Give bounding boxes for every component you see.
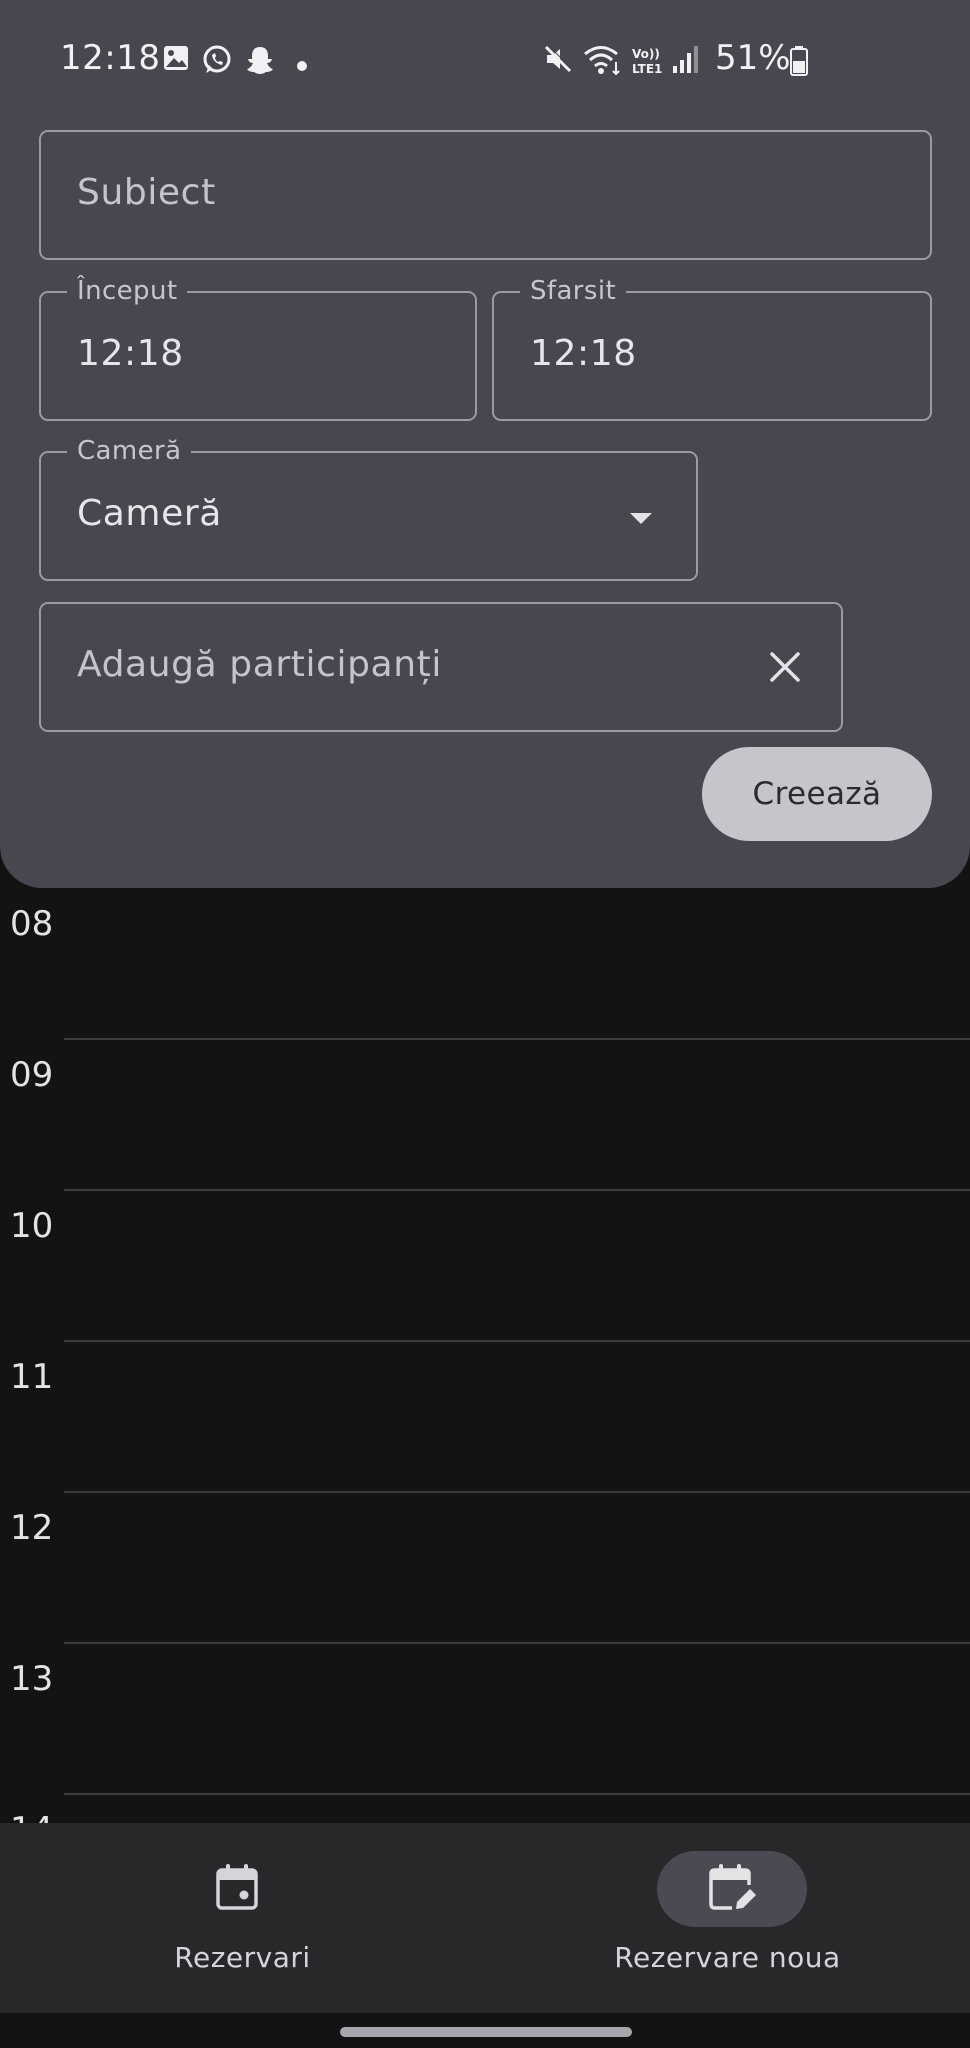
- clear-icon[interactable]: [769, 651, 801, 687]
- end-time-label: Sfarsit: [520, 276, 627, 306]
- end-time-value: 12:18: [530, 333, 637, 374]
- nav-label-rezervari: Rezervari: [174, 1941, 311, 1974]
- start-time-field[interactable]: Început 12:18: [39, 276, 477, 421]
- gallery-icon: [162, 44, 190, 76]
- status-bar: 12:18 Vo)) LTE1 51%: [0, 0, 970, 125]
- hour-label-11: 11: [10, 1357, 54, 1397]
- nav-item-rezervari[interactable]: Rezervari: [0, 1823, 485, 2013]
- battery-icon: [790, 46, 808, 80]
- participants-field[interactable]: Adaugă participanți: [39, 602, 843, 732]
- svg-text:Vo)): Vo)): [632, 47, 660, 61]
- reservation-form-sheet: 12:18 Vo)) LTE1 51% Subiect Început 12:1…: [0, 0, 970, 888]
- nav-item-rezervare-noua[interactable]: Rezervare noua: [485, 1823, 970, 2013]
- hour-divider: [64, 1491, 970, 1493]
- mute-icon: [543, 44, 573, 78]
- start-time-label: Început: [67, 276, 188, 306]
- hour-label-13: 13: [10, 1659, 54, 1699]
- hour-label-10: 10: [10, 1206, 54, 1246]
- whatsapp-icon: [201, 44, 233, 80]
- create-button-label: Creează: [752, 776, 882, 812]
- participants-placeholder: Adaugă participanți: [77, 644, 442, 685]
- create-button[interactable]: Creează: [702, 747, 932, 841]
- hour-divider: [64, 1793, 970, 1795]
- hour-divider: [64, 1189, 970, 1191]
- hour-divider: [64, 1038, 970, 1040]
- gesture-handle[interactable]: [340, 2027, 632, 2037]
- volte-icon: Vo)) LTE1: [632, 46, 666, 80]
- calendar-event-icon: [215, 1863, 259, 1915]
- signal-icon: [672, 44, 700, 78]
- wifi-icon: [583, 44, 623, 80]
- room-value: Cameră: [77, 493, 222, 534]
- nav-label-rezervare-noua: Rezervare noua: [614, 1941, 841, 1974]
- hour-divider: [64, 1340, 970, 1342]
- hour-label-09: 09: [10, 1055, 54, 1095]
- room-label: Cameră: [67, 436, 192, 466]
- bottom-navigation: Rezervari Rezervare noua: [0, 1823, 970, 2013]
- battery-percent: 51%: [715, 38, 791, 78]
- calendar-edit-icon: [708, 1863, 758, 1917]
- svg-text:LTE1: LTE1: [632, 62, 662, 76]
- dot-icon: [297, 56, 307, 75]
- snapchat-icon: [244, 44, 276, 80]
- start-time-value: 12:18: [77, 333, 184, 374]
- end-time-field[interactable]: Sfarsit 12:18: [492, 276, 932, 421]
- subject-field[interactable]: Subiect: [39, 130, 932, 260]
- hour-label-08: 08: [10, 904, 54, 944]
- subject-placeholder: Subiect: [77, 172, 216, 213]
- dropdown-arrow-icon[interactable]: [630, 510, 652, 529]
- hour-label-12: 12: [10, 1508, 54, 1548]
- hour-divider: [64, 1642, 970, 1644]
- status-time: 12:18: [60, 38, 161, 78]
- room-dropdown[interactable]: Cameră Cameră: [39, 436, 698, 581]
